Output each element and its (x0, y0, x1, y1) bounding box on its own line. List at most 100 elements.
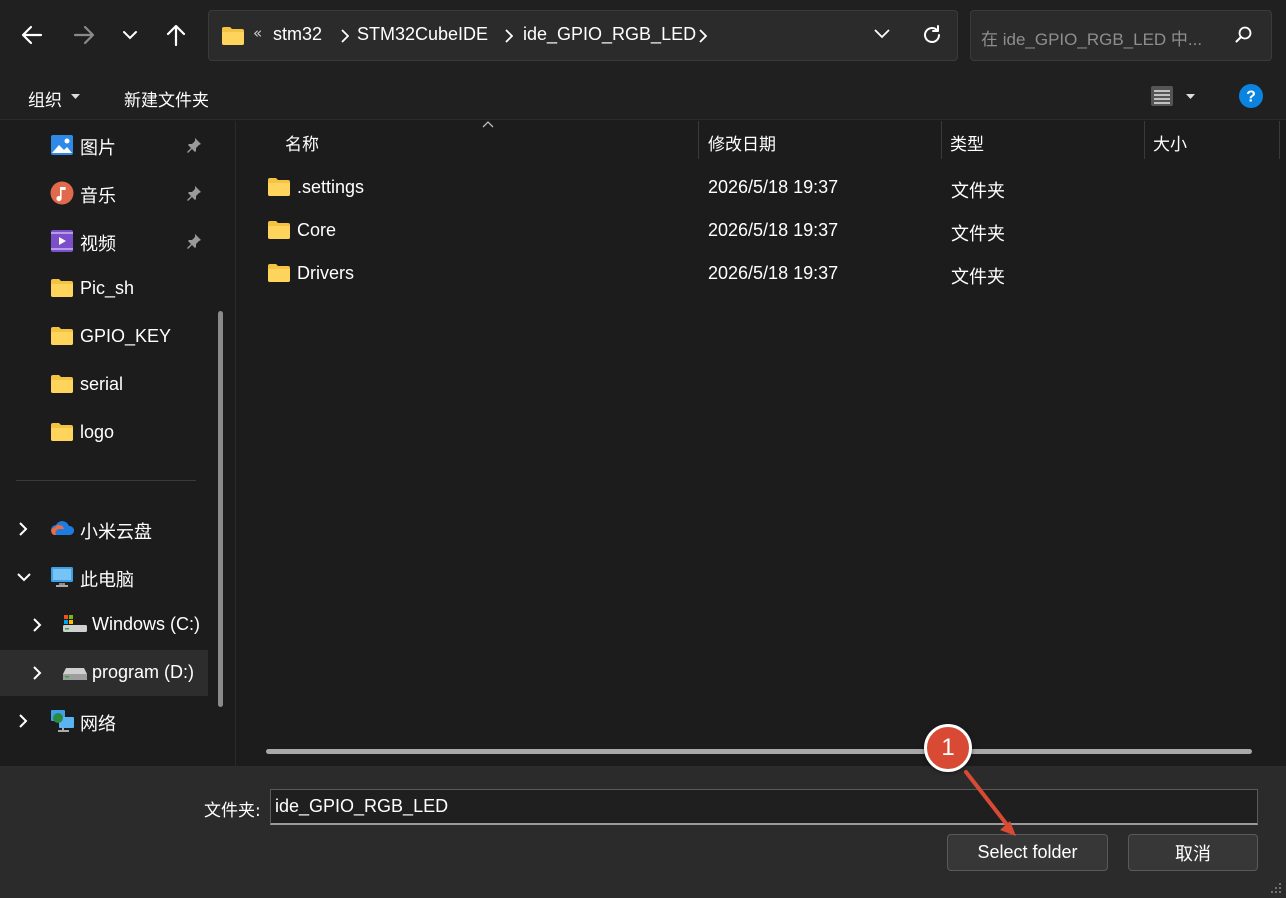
file-list: 名称 修改日期 类型 大小 .settings 2026/5/18 19:37 … (237, 121, 1286, 766)
sidebar-item-this-pc[interactable]: 此电脑 (0, 554, 208, 600)
folder-icon (268, 178, 290, 196)
music-icon (50, 181, 74, 205)
forward-button[interactable] (64, 14, 104, 56)
sidebar-item-label: serial (80, 374, 124, 394)
chevron-right-icon[interactable] (341, 29, 349, 43)
sidebar-item-logo[interactable]: logo (0, 410, 208, 456)
address-overflow[interactable]: « (253, 24, 262, 42)
chevron-down-icon (123, 31, 137, 40)
chevron-right-icon[interactable] (32, 617, 42, 633)
file-row[interactable]: Drivers 2026/5/18 19:37 文件夹 (267, 255, 1277, 295)
breadcrumb-ide-gpio-rgb-led[interactable]: ide_GPIO_RGB_LED (523, 24, 696, 45)
chevron-right-icon[interactable] (505, 29, 513, 43)
search-placeholder[interactable]: 在 ide_GPIO_RGB_LED 中... (981, 25, 1202, 50)
view-list-icon[interactable] (1150, 84, 1174, 108)
search-icon[interactable] (1235, 26, 1253, 44)
column-header-name[interactable]: 名称 (285, 130, 319, 155)
file-name: Drivers (297, 263, 354, 283)
sidebar-item-music[interactable]: 音乐 (0, 170, 208, 216)
select-folder-button[interactable]: Select folder (947, 834, 1108, 871)
arrow-left-icon (21, 25, 43, 45)
column-header-date[interactable]: 修改日期 (708, 130, 776, 155)
chevron-right-icon[interactable] (699, 29, 707, 43)
chevron-down-icon[interactable] (16, 572, 32, 582)
sidebar-item-serial[interactable]: serial (0, 362, 208, 408)
chevron-right-icon[interactable] (18, 521, 28, 537)
horizontal-scrollbar[interactable] (266, 749, 1252, 754)
file-row[interactable]: .settings 2026/5/18 19:37 文件夹 (267, 169, 1277, 209)
sidebar-item-label: 视频 (80, 234, 116, 254)
sidebar-item-label: Windows (C:) (92, 614, 201, 634)
resize-grip-icon[interactable] (1268, 880, 1282, 894)
file-name: Core (297, 220, 337, 240)
breadcrumb-stm32[interactable]: stm32 (273, 24, 322, 45)
folder-icon (51, 327, 73, 345)
sidebar-item-label: 网络 (80, 714, 116, 734)
search-box[interactable]: 在 ide_GPIO_RGB_LED 中... (970, 10, 1272, 61)
folder-icon (268, 221, 290, 239)
arrow-right-icon (73, 25, 95, 45)
chevron-down-icon[interactable] (873, 28, 891, 40)
sort-ascending-icon (482, 121, 494, 128)
network-icon (51, 710, 74, 732)
computer-icon (51, 567, 73, 587)
sidebar-item-label: GPIO_KEY (80, 326, 172, 346)
up-button[interactable] (156, 14, 196, 56)
address-bar[interactable]: « stm32 STM32CubeIDE ide_GPIO_RGB_LED (208, 10, 958, 61)
folder-name-input[interactable] (270, 789, 1258, 825)
annotation-step-badge: 1 (924, 724, 972, 772)
recent-locations-button[interactable] (110, 14, 150, 56)
refresh-icon[interactable] (921, 24, 943, 46)
caret-down-icon[interactable] (71, 94, 80, 100)
organize-menu[interactable]: 组织 (28, 86, 62, 111)
navigation-bar: « stm32 STM32CubeIDE ide_GPIO_RGB_LED 在 … (0, 0, 1286, 72)
command-bar: 组织 新建文件夹 ? (0, 72, 1286, 120)
sidebar-item-pictures[interactable]: 图片 (0, 122, 208, 168)
column-header-type[interactable]: 类型 (950, 130, 984, 155)
sidebar-item-xiaomi-cloud[interactable]: 小米云盘 (0, 506, 208, 552)
pin-icon[interactable] (186, 137, 202, 153)
sidebar-item-label: 音乐 (80, 186, 116, 206)
sidebar-item-network[interactable]: 网络 (0, 698, 208, 744)
help-button[interactable]: ? (1239, 84, 1263, 112)
cancel-button[interactable]: 取消 (1128, 834, 1258, 871)
arrow-up-icon (166, 24, 186, 46)
column-separator[interactable] (698, 121, 699, 159)
svg-text:?: ? (1246, 89, 1256, 106)
column-separator[interactable] (1279, 121, 1280, 159)
cloud-icon (51, 521, 75, 535)
chevron-right-icon[interactable] (32, 665, 42, 681)
sidebar-item-drive-d[interactable]: program (D:) (0, 650, 208, 696)
sidebar-item-label: logo (80, 422, 115, 442)
sidebar-item-videos[interactable]: 视频 (0, 218, 208, 264)
back-button[interactable] (12, 14, 52, 56)
sidebar-item-gpio-key[interactable]: GPIO_KEY (0, 314, 208, 360)
sidebar-item-label: 此电脑 (80, 570, 134, 590)
sidebar-item-label: 图片 (80, 138, 116, 158)
sidebar-divider (16, 480, 196, 481)
column-header-size[interactable]: 大小 (1153, 130, 1187, 155)
view-options-button[interactable] (1150, 84, 1174, 112)
file-row[interactable]: Core 2026/5/18 19:37 文件夹 (267, 212, 1277, 252)
drive-c-icon (63, 615, 87, 632)
column-separator[interactable] (941, 121, 942, 159)
folder-icon (51, 375, 73, 393)
sidebar-item-drive-c[interactable]: Windows (C:) (0, 602, 208, 648)
help-icon[interactable]: ? (1239, 84, 1263, 108)
navigation-pane: 图片 音乐 视频 Pic_sh GPIO_KEY serial logo 小米云… (0, 121, 236, 766)
caret-down-icon[interactable] (1186, 94, 1195, 100)
chevron-right-icon[interactable] (18, 713, 28, 729)
sidebar-scrollbar[interactable] (218, 311, 223, 707)
pin-icon[interactable] (186, 233, 202, 249)
file-type: 文件夹 (951, 224, 1005, 245)
folder-label: 文件夹: (204, 801, 261, 821)
sidebar-item-pic-sh[interactable]: Pic_sh (0, 266, 208, 312)
new-folder-button[interactable]: 新建文件夹 (124, 86, 209, 111)
pictures-icon (51, 135, 73, 155)
folder-icon (268, 264, 290, 282)
drive-d-icon (63, 668, 87, 680)
breadcrumb-stm32cubeide[interactable]: STM32CubeIDE (357, 24, 488, 45)
pin-icon[interactable] (186, 185, 202, 201)
sidebar-item-label: 小米云盘 (80, 522, 152, 542)
column-separator[interactable] (1144, 121, 1145, 159)
